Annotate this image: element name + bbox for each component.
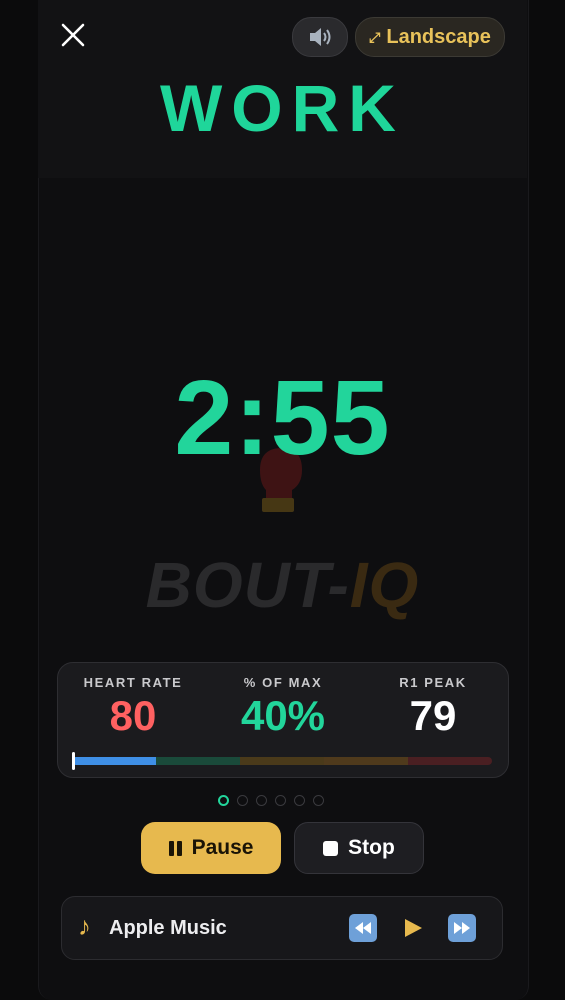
pause-button[interactable]: Pause — [141, 822, 281, 874]
page-dot[interactable] — [294, 795, 305, 806]
countdown-timer: 2:55 — [174, 359, 391, 477]
zone-4-segment — [324, 757, 408, 765]
pause-label: Pause — [191, 836, 254, 859]
page-dot[interactable] — [313, 795, 324, 806]
heart-rate-zone-bar — [72, 757, 492, 765]
landscape-button[interactable]: ⤢ Landscape — [355, 17, 505, 57]
skip-forward-button[interactable] — [447, 913, 477, 943]
heart-rate-card: HEART RATE 80 % OF MAX 40% R1 PEAK 79 — [57, 662, 509, 778]
heart-rate-value: 80 — [109, 692, 157, 739]
skip-forward-icon — [448, 914, 476, 942]
zone-1-segment — [72, 757, 156, 765]
close-icon — [61, 23, 85, 47]
zone-position-marker — [72, 752, 75, 770]
page-dot[interactable] — [275, 795, 286, 806]
page-dot[interactable] — [237, 795, 248, 806]
page-dot[interactable] — [218, 795, 229, 806]
expand-icon: ⤢ — [369, 28, 381, 45]
phase-title: WORK — [160, 71, 405, 145]
metric-percent-max: % OF MAX 40% — [208, 675, 358, 740]
percent-max-label: % OF MAX — [243, 675, 323, 690]
stop-button[interactable]: Stop — [294, 822, 424, 874]
skip-back-icon — [349, 914, 377, 942]
landscape-label: Landscape — [386, 25, 491, 48]
metric-round-peak: R1 PEAK 79 — [358, 675, 508, 740]
brand-watermark-part2: IQ — [349, 549, 420, 621]
sound-toggle-button[interactable] — [292, 17, 348, 57]
play-icon — [405, 919, 422, 937]
stop-icon — [323, 840, 339, 856]
zone-2-segment — [156, 757, 240, 765]
music-note-icon: ♪ — [78, 911, 91, 941]
zone-3-segment — [240, 757, 324, 765]
workout-timer-screen: ⤢ Landscape WORK 2:55 BOUT-IQ HEART RATE… — [0, 0, 565, 1000]
music-player-bar: ♪ Apple Music — [61, 896, 503, 960]
heart-rate-label: HEART RATE — [83, 675, 183, 690]
close-button[interactable] — [58, 20, 88, 50]
zone-5-segment — [408, 757, 492, 765]
pause-icon — [168, 840, 182, 856]
metric-heart-rate: HEART RATE 80 — [58, 675, 208, 740]
round-peak-value: 79 — [409, 692, 457, 739]
play-button[interactable] — [398, 913, 428, 943]
brand-watermark: BOUT-IQ — [38, 548, 527, 622]
stop-label: Stop — [348, 836, 395, 859]
percent-max-value: 40% — [240, 692, 326, 739]
skip-back-button[interactable] — [348, 913, 378, 943]
page-indicator — [218, 795, 324, 806]
speaker-icon — [310, 28, 331, 46]
brand-watermark-part1: BOUT- — [145, 549, 350, 621]
round-peak-label: R1 PEAK — [399, 675, 467, 690]
music-source-label: Apple Music — [109, 917, 227, 939]
page-dot[interactable] — [256, 795, 267, 806]
